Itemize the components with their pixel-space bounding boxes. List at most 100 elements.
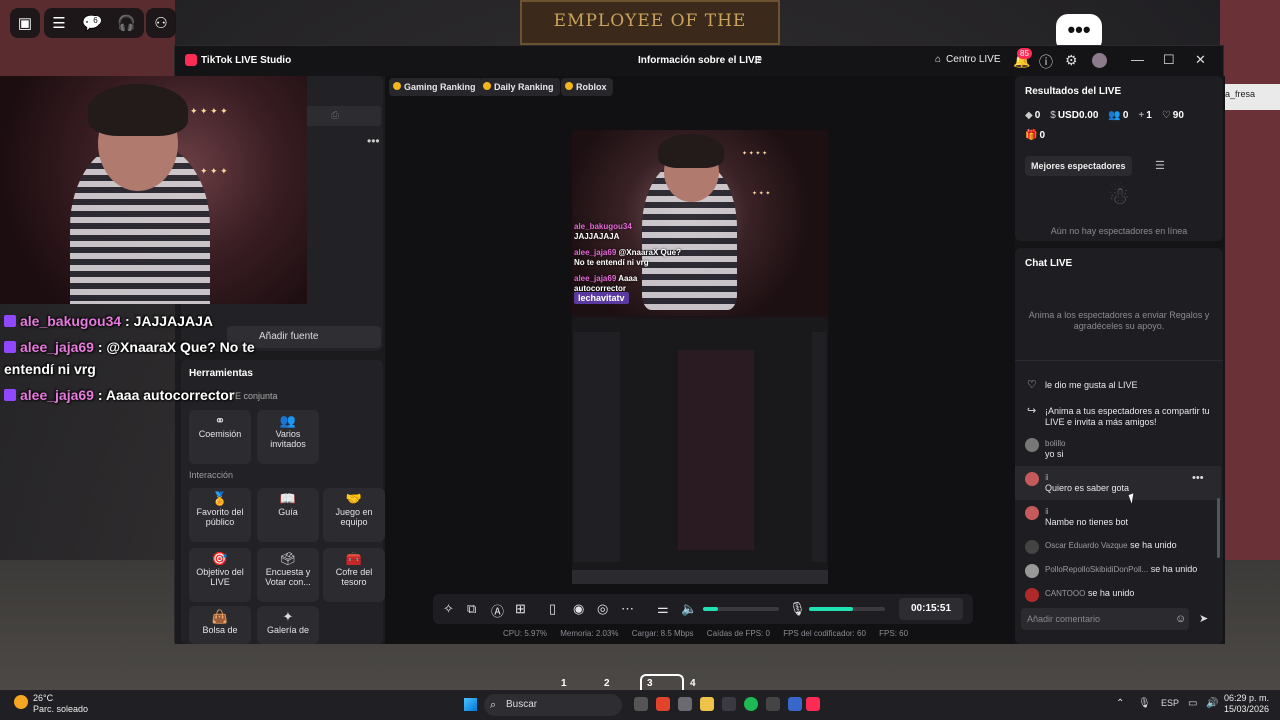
tool-label: Encuesta y Votar con... [265,567,311,587]
taskbar-search[interactable]: ⌕ Buscar [484,694,622,716]
app-icon[interactable] [766,697,780,711]
tool-varios-invitados[interactable]: 👥 Varios invitados [257,410,319,464]
stat-cpu: CPU: 5.97% [503,629,548,638]
target-icon[interactable]: ◎ [597,601,608,617]
taskbar-clock[interactable]: 06:29 p. m. 15/03/2026 [1224,693,1269,715]
workspace-1[interactable]: 1 [561,678,567,689]
daily-ranking-pill[interactable]: Daily Ranking [479,78,560,96]
record-icon[interactable]: ◉ [573,601,584,617]
overlay-chat-line: alee_jaja69 : Aaaa autocorrector [4,383,234,407]
send-icon[interactable]: ➤ [1199,612,1208,625]
more-options-icon[interactable]: ••• [367,134,380,148]
ai-icon[interactable]: Ⓐ [491,601,504,620]
viewers-icon: 👥 [1108,110,1121,121]
gift-icon: 🎁 [1025,130,1038,141]
roblox-pill[interactable]: Roblox [561,78,613,96]
phone-icon[interactable]: ▯ [549,601,556,617]
maximize-icon[interactable]: ☐ [1163,52,1175,68]
mic-meter[interactable] [809,607,885,611]
capture-icon[interactable]: ⧉ [467,601,476,617]
language-indicator[interactable]: ESP [1161,698,1179,708]
share-icon[interactable]: ⇗ [753,53,763,67]
mic-tray-icon[interactable]: 🎙 [1138,698,1151,709]
settings-gear-icon[interactable]: ⚙ [1065,52,1078,69]
heart-icon: ♡ [1161,110,1171,121]
chat-message[interactable]: bolillo yo si [1025,438,1215,460]
tool-encuesta[interactable]: 🗳 Encuesta y Votar con... [257,548,319,602]
weather-widget[interactable]: 26°C Parc. soleado [33,693,88,715]
twitch-tag: lechavitatv [574,292,629,304]
avatar [1025,588,1039,602]
minimize-icon[interactable]: — [1131,52,1144,67]
windows-start-icon[interactable] [464,698,477,711]
viewers-value: 0 [1122,110,1129,121]
volume-icon[interactable]: 🔊 [1206,698,1218,709]
network-icon[interactable]: ▭ [1188,698,1197,709]
close-icon[interactable]: ✕ [1195,52,1206,68]
tool-galeria[interactable]: ✦ Galería de [257,606,319,644]
chevron-up-icon[interactable]: ⌃ [1116,698,1124,709]
chat-icon[interactable]: 💬6 [82,14,101,32]
magic-wand-icon[interactable]: ✧ [443,601,454,617]
list-icon[interactable]: ☰ [1155,159,1165,172]
chat-message[interactable]: ↪ ¡Anima a tus espectadores a compartir … [1025,406,1215,428]
best-viewers-button[interactable]: Mejores espectadores [1025,156,1132,176]
chat-message[interactable]: PolloRepolloSkibidiDonPoll... se ha unid… [1025,564,1215,578]
live-info-title[interactable]: Información sobre el LIVE [638,55,761,66]
emoji-icon[interactable]: ☺ [1175,613,1186,625]
centro-live-button[interactable]: ⌂ Centro LIVE [935,54,1001,65]
app-icon[interactable] [788,697,802,711]
tool-label: Cofre del tesoro [335,567,373,587]
ranking-label: Daily Ranking [494,82,554,92]
profile-avatar[interactable] [1092,53,1107,68]
file-explorer-icon[interactable] [700,697,714,711]
workspace-4[interactable]: 4 [690,678,696,689]
tool-coemision[interactable]: ⚭ Coemisión [189,410,251,464]
task-view-icon[interactable] [634,697,648,711]
message-more-icon[interactable]: ••• [1192,472,1204,484]
mic-icon[interactable]: 🎙 [789,601,806,617]
tool-juego-equipo[interactable]: 🤝 Juego en equipo [323,488,385,542]
mixer-icon[interactable]: ⚌ [657,601,669,617]
tool-objetivo-live[interactable]: 🎯 Objetivo del LIVE [189,548,251,602]
weather-sun-icon[interactable] [14,695,28,709]
layout-icon[interactable]: ⊞ [515,601,526,617]
clock-date: 15/03/2026 [1224,704,1270,714]
hamburger-icon[interactable]: ☰ [52,14,65,32]
app-icon[interactable] [678,697,692,711]
chat-message[interactable]: ⅱ Quiero es saber gota [1025,472,1215,494]
stat-upload: Cargar: 8.5 Mbps [631,629,694,638]
stat-fps: FPS: 60 [879,629,909,638]
help-icon[interactable]: ⓘ [1039,52,1053,72]
tool-guia[interactable]: 📖 Guía [257,488,319,542]
headset-icon[interactable]: 🎧 [117,14,136,32]
chat-message[interactable]: ♡ le dio me gusta al LIVE [1025,380,1215,391]
workspace-3[interactable]: 3 [647,678,653,689]
chat-message[interactable]: CANTOOO se ha unido [1025,588,1215,602]
chat-scrollbar[interactable] [1217,498,1220,558]
diamond-icon: ◆ [1025,110,1033,121]
audio-meter[interactable] [703,607,779,611]
workspace-2[interactable]: 2 [604,678,610,689]
store-icon[interactable] [722,697,736,711]
chat-message[interactable]: Oscar Eduardo Vazque se ha unido [1025,540,1215,554]
tool-cofre-tesoro[interactable]: 🧰 Cofre del tesoro [323,548,385,602]
stat-fps-drops: Caídas de FPS: 0 [706,629,770,638]
tool-bolsa[interactable]: 👜 Bolsa de [189,606,251,644]
backpack-icon[interactable]: ⚇ [146,8,176,38]
chat-message[interactable]: ⅱ Nambe no tienes bot [1025,506,1215,528]
more-icon[interactable]: ⋯ [621,601,634,617]
twitch-icon [4,341,16,353]
stream-preview[interactable]: ✦ ✦ ✦ ✦ ✦ ✦ ✦ ale_bakugou34 JAJJAJAJA ale… [572,130,828,584]
tool-favorito-publico[interactable]: 🏅 Favorito del público [189,488,251,542]
bag-icon: 👜 [211,609,229,624]
gaming-ranking-pill[interactable]: Gaming Ranking [389,78,482,96]
spotify-icon[interactable] [744,697,758,711]
tiktok-live-icon[interactable] [806,697,820,711]
stat-memory: Memoria: 2.03% [560,629,619,638]
comment-input[interactable]: Añadir comentario [1021,608,1189,630]
brave-icon[interactable] [656,697,670,711]
message-text: Nambe no tienes bot [1045,517,1129,527]
speaker-icon[interactable]: 🔈 [681,601,697,617]
roblox-menu-icon[interactable]: ▣ [10,8,40,38]
